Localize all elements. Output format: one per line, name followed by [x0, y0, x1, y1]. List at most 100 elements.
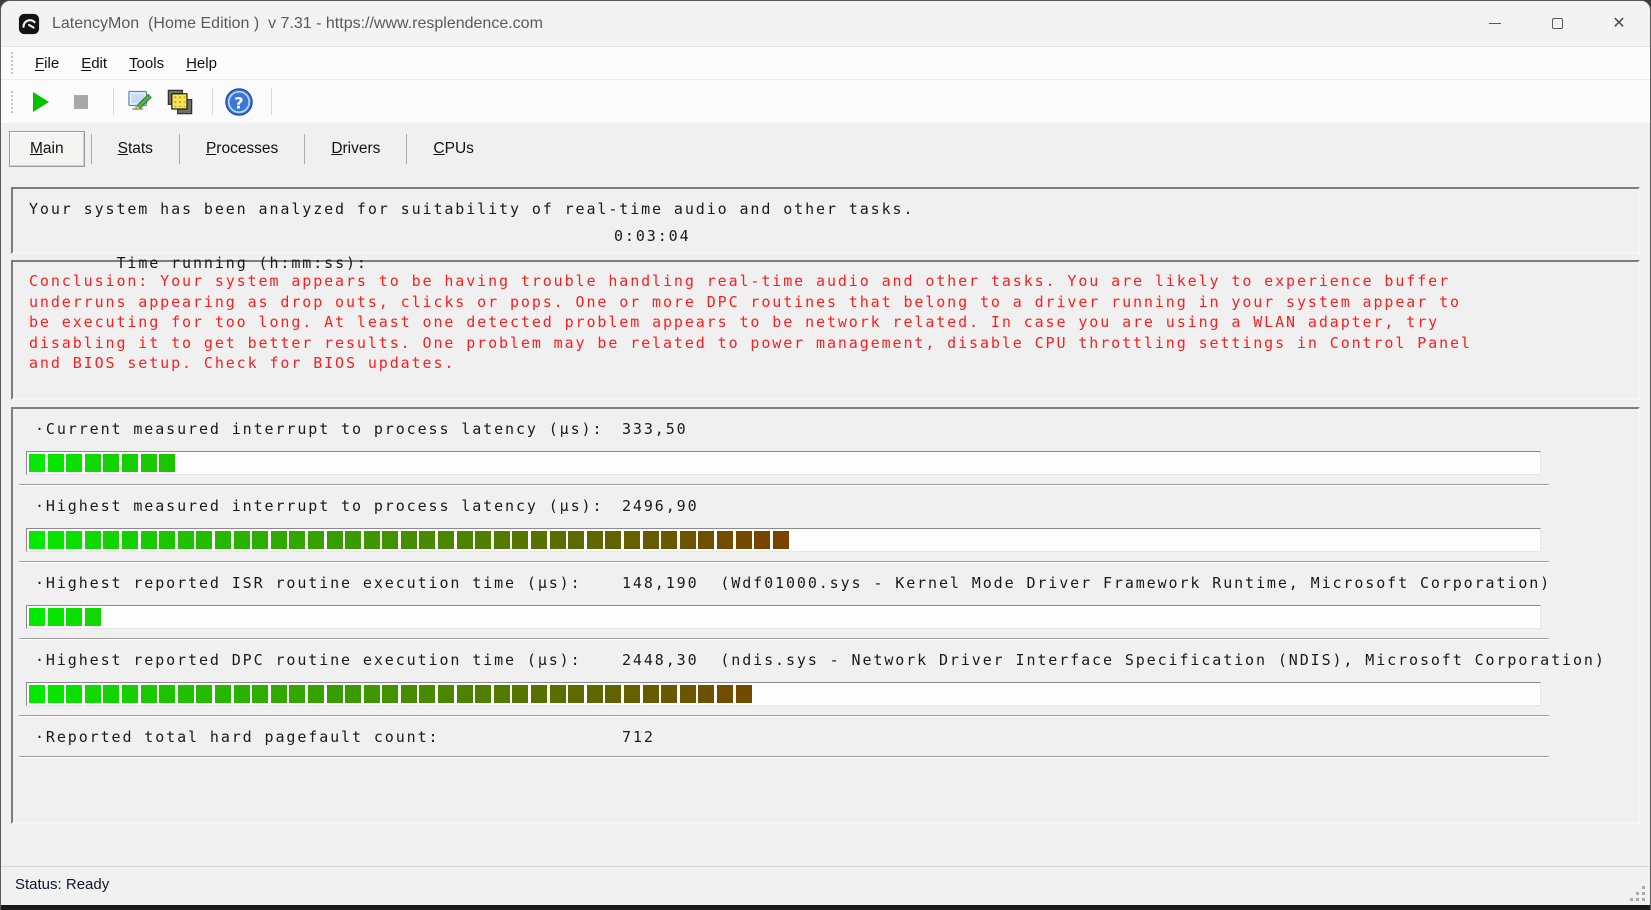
latency-bar-segment: [215, 685, 231, 703]
main-content: Your system has been analyzed for suitab…: [1, 175, 1650, 824]
latency-bar-track: [26, 451, 1541, 475]
latency-bar-segment: [494, 685, 510, 703]
analysis-panel: Your system has been analyzed for suitab…: [11, 187, 1640, 254]
toolbar-separator: [212, 88, 213, 115]
latency-bar-segment: [531, 531, 547, 549]
latency-bar-segment: [196, 531, 212, 549]
close-icon: ✕: [1612, 16, 1625, 32]
latency-bar-segment: [438, 531, 454, 549]
tab-cpus[interactable]: CPUs: [413, 132, 494, 166]
latency-bar-segment: [252, 531, 268, 549]
latency-bar-segment: [159, 454, 175, 472]
latency-bar-segment: [624, 531, 640, 549]
latency-bar-segment: [717, 531, 733, 549]
question-mark-icon: ?: [224, 87, 254, 117]
latency-bar-segment: [289, 685, 305, 703]
stop-monitor-button[interactable]: [64, 86, 98, 118]
latency-bar-segment: [550, 531, 566, 549]
app-icon: [18, 13, 40, 35]
toolbar-separator: [271, 88, 272, 115]
close-button[interactable]: ✕: [1588, 1, 1650, 46]
maximize-button[interactable]: [1526, 1, 1588, 46]
latency-bar-segment: [419, 531, 435, 549]
latency-bar-segment: [103, 454, 119, 472]
help-button[interactable]: ?: [222, 86, 256, 118]
menu-tools[interactable]: Tools: [118, 51, 175, 76]
latency-bar-segment: [289, 531, 305, 549]
measurement-value: 2496,90: [622, 497, 699, 516]
time-running-value: 0:03:04: [614, 223, 691, 250]
latency-bar-segment: [698, 531, 714, 549]
latency-bar-segment: [29, 531, 45, 549]
analysis-headline: Your system has been analyzed for suitab…: [29, 196, 1638, 223]
measurement-value: 333,50: [622, 420, 688, 439]
row-separator: [19, 715, 1549, 717]
time-running-row: Time running (h:mm:ss): 0:03:04: [29, 223, 1638, 250]
latency-bar-segment: [568, 531, 584, 549]
latency-bar-segment: [382, 531, 398, 549]
start-monitor-button[interactable]: [24, 86, 58, 118]
menu-file[interactable]: File: [24, 51, 70, 76]
latency-bar-segment: [48, 531, 64, 549]
latency-bar-segment: [698, 685, 714, 703]
latency-bar-segment: [122, 685, 138, 703]
maximize-icon: [1552, 18, 1563, 29]
measurement-label: ·Reported total hard pagefault count:712: [13, 728, 1638, 747]
resize-grip[interactable]: [1630, 886, 1645, 901]
latency-bar-segment: [122, 454, 138, 472]
latency-bar-segment: [680, 685, 696, 703]
latency-bar-segment: [103, 685, 119, 703]
latency-bar-segment: [141, 531, 157, 549]
tab-main[interactable]: Main: [9, 131, 85, 167]
measurement-value: 712: [622, 728, 655, 747]
latency-bar-segment: [103, 531, 119, 549]
latency-bar-segment: [66, 531, 82, 549]
latency-bar-segment: [48, 454, 64, 472]
tab-separator: [91, 134, 92, 164]
row-separator: [19, 484, 1549, 486]
title-bar: LatencyMon (Home Edition ) v 7.31 - http…: [1, 1, 1650, 46]
latency-bar-segment: [605, 685, 621, 703]
latency-bar-segment: [159, 685, 175, 703]
latencymon-window: LatencyMon (Home Edition ) v 7.31 - http…: [0, 0, 1651, 910]
menu-edit[interactable]: Edit: [70, 51, 118, 76]
latency-bar-segment: [215, 531, 231, 549]
latency-bar-segment: [66, 685, 82, 703]
tab-separator: [406, 134, 407, 164]
latency-bar-segment: [773, 531, 789, 549]
latency-bar-segment: [29, 608, 45, 626]
toolbar-gripper: [11, 91, 14, 113]
latency-bar-segment: [85, 608, 101, 626]
menu-help[interactable]: Help: [175, 51, 228, 76]
latency-bar-segment: [643, 685, 659, 703]
status-text: Status: Ready: [1, 867, 1650, 893]
latency-bar-segment: [85, 531, 101, 549]
tab-bar: Main Stats Processes Drivers CPUs: [1, 123, 1650, 175]
latency-bar-segment: [48, 608, 64, 626]
latency-bar-segment: [568, 685, 584, 703]
conclusion-text: Conclusion: Your system appears to be ha…: [29, 271, 1489, 374]
latency-bar-segment: [364, 685, 380, 703]
menu-bar: FileEditToolsHelp: [1, 46, 1650, 79]
tab-processes[interactable]: Processes: [186, 132, 298, 166]
latency-bar-segment: [401, 531, 417, 549]
latency-bar-segment: [643, 531, 659, 549]
tab-drivers[interactable]: Drivers: [311, 132, 400, 166]
play-icon: [33, 92, 49, 112]
latency-bar-segment: [122, 531, 138, 549]
measurement-label: ·Highest reported ISR routine execution …: [13, 574, 1638, 593]
latency-bar-segment: [457, 685, 473, 703]
minimize-button[interactable]: [1464, 1, 1526, 46]
latency-bar-segment: [512, 685, 528, 703]
latency-bar-segment: [308, 685, 324, 703]
latency-bar-segment: [736, 685, 752, 703]
tab-stats[interactable]: Stats: [98, 132, 173, 166]
window-title: LatencyMon (Home Edition ) v 7.31 - http…: [52, 15, 543, 33]
view-options-button[interactable]: [163, 86, 197, 118]
monitor-pen-icon: [126, 88, 154, 116]
measurement-value: 2448,30 (ndis.sys - Network Driver Inter…: [622, 651, 1606, 670]
report-button[interactable]: [123, 86, 157, 118]
latency-bar-segment: [457, 531, 473, 549]
measurement-value: 148,190 (Wdf01000.sys - Kernel Mode Driv…: [622, 574, 1551, 593]
latency-bar-segment: [48, 685, 64, 703]
